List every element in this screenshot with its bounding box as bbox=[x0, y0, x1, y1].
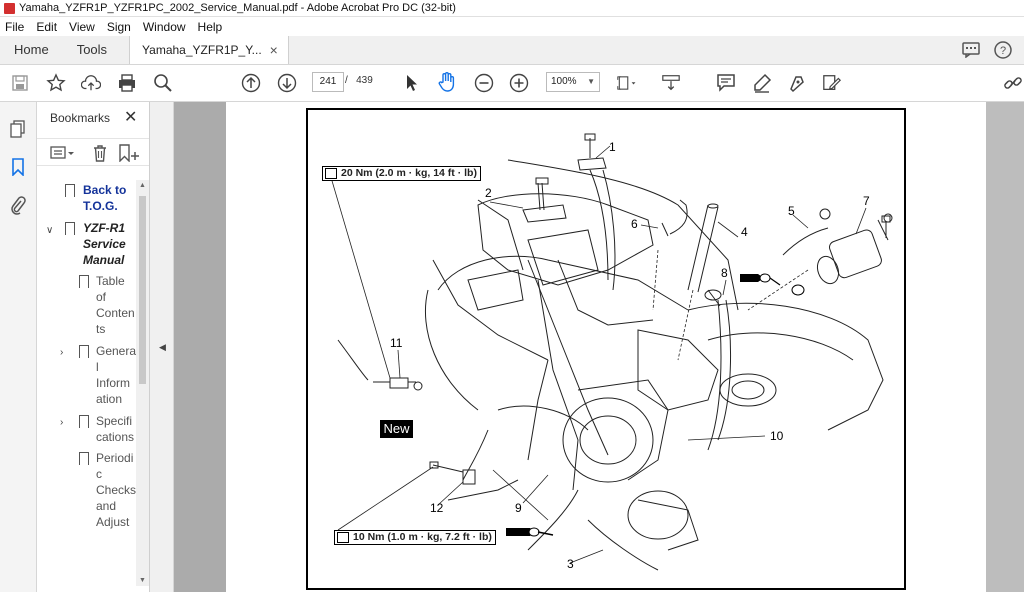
bookmark-flag-icon bbox=[65, 184, 75, 201]
menu-window[interactable]: Window bbox=[138, 20, 193, 34]
sticky-note-icon[interactable] bbox=[716, 73, 736, 93]
callout-7: 7 bbox=[863, 194, 870, 208]
scroll-mode-icon[interactable] bbox=[661, 73, 681, 93]
bookmark-options-icon[interactable] bbox=[50, 145, 76, 164]
new-part-badge: New bbox=[380, 420, 413, 438]
tab-document[interactable]: Yamaha_YZFR1P_Y... × bbox=[129, 36, 289, 64]
callout-12: 12 bbox=[430, 501, 444, 515]
chevron-right-icon[interactable]: › bbox=[60, 415, 63, 431]
bookmarks-scrollbar[interactable]: ▲ ▼ bbox=[136, 180, 149, 586]
new-bookmark-icon[interactable] bbox=[118, 144, 140, 165]
close-panel-icon[interactable]: ✕ bbox=[124, 107, 137, 127]
bookmark-back-to-tog[interactable]: Back to T.O.G. bbox=[37, 182, 137, 216]
bookmark-general-information[interactable]: › Genera l Inform ation bbox=[37, 343, 137, 409]
bookmarks-header: Bookmarks bbox=[50, 111, 111, 125]
viewer-right-margin bbox=[986, 102, 1024, 592]
scroll-down-icon[interactable]: ▼ bbox=[139, 577, 146, 584]
wrench-torque-icon bbox=[325, 168, 337, 179]
torque-spec-bottom: 10 Nm (1.0 m · kg, 7.2 ft · lb) bbox=[334, 530, 496, 545]
hand-tool-icon[interactable] bbox=[437, 72, 457, 92]
menu-bar: File Edit View Sign Window Help bbox=[0, 17, 1024, 36]
menu-sign[interactable]: Sign bbox=[102, 20, 138, 34]
next-page-icon[interactable] bbox=[277, 73, 297, 93]
edit-pdf-icon[interactable] bbox=[822, 73, 842, 93]
callout-4: 4 bbox=[741, 225, 748, 239]
attachments-paperclip-icon[interactable] bbox=[10, 195, 26, 218]
callout-6: 6 bbox=[631, 217, 638, 231]
menu-edit[interactable]: Edit bbox=[31, 20, 64, 34]
bookmark-yzf-r1-service-manual[interactable]: ∨ YZF-R1 Service Manual bbox=[37, 220, 137, 272]
bookmarks-panel-icon[interactable] bbox=[11, 158, 25, 179]
zoom-in-icon[interactable] bbox=[509, 73, 529, 93]
pages-thumbnails-icon[interactable] bbox=[9, 120, 27, 141]
callout-1: 1 bbox=[609, 140, 616, 154]
previous-page-icon[interactable] bbox=[241, 73, 261, 93]
wrench-torque-icon bbox=[337, 532, 349, 543]
callout-3: 3 bbox=[567, 557, 574, 571]
help-icon[interactable]: ? bbox=[994, 40, 1012, 59]
chevron-down-icon: ▼ bbox=[587, 77, 595, 86]
page-count: / 439 bbox=[345, 75, 373, 86]
bookmark-flag-icon bbox=[79, 345, 89, 362]
sign-pen-icon[interactable] bbox=[787, 73, 807, 93]
bookmark-periodic-checks[interactable]: Periodi c Checks and Adjust bbox=[37, 450, 137, 532]
tab-home[interactable]: Home bbox=[0, 35, 63, 64]
callout-10: 10 bbox=[770, 429, 784, 443]
torque-spec-top: 20 Nm (2.0 m · kg, 14 ft · lb) bbox=[322, 166, 481, 181]
share-link-icon[interactable] bbox=[1003, 73, 1023, 93]
select-cursor-icon[interactable] bbox=[402, 73, 422, 93]
tab-tools[interactable]: Tools bbox=[63, 35, 121, 64]
scroll-up-icon[interactable]: ▲ bbox=[139, 182, 146, 189]
acrobat-app-icon bbox=[4, 2, 15, 14]
page-number-input[interactable]: 241 bbox=[312, 72, 344, 92]
delete-trash-icon[interactable] bbox=[92, 144, 108, 165]
chevron-right-icon[interactable]: › bbox=[60, 345, 63, 361]
navigation-rail bbox=[0, 102, 37, 592]
bookmarks-toolbar bbox=[37, 138, 149, 166]
page-fit-icon[interactable] bbox=[617, 73, 637, 93]
bookmark-specifications[interactable]: › Specifi cations bbox=[37, 413, 137, 447]
callout-11: 11 bbox=[390, 336, 403, 350]
bookmark-flag-icon bbox=[65, 222, 75, 239]
bookmark-flag-icon bbox=[79, 452, 89, 469]
callout-9: 9 bbox=[515, 501, 522, 515]
menu-view[interactable]: View bbox=[64, 20, 102, 34]
zoom-level-select[interactable]: 100% ▼ bbox=[546, 72, 600, 92]
callout-5: 5 bbox=[788, 204, 795, 218]
scrollbar-thumb[interactable] bbox=[139, 196, 146, 384]
bookmark-table-of-contents[interactable]: Table of Conten ts bbox=[37, 273, 137, 339]
bookmark-flag-icon bbox=[79, 415, 89, 432]
collapse-left-icon[interactable]: ◀ bbox=[159, 342, 166, 353]
bookmark-flag-icon bbox=[79, 275, 89, 292]
cloud-upload-icon[interactable] bbox=[81, 73, 101, 93]
zoom-out-icon[interactable] bbox=[474, 73, 494, 93]
svg-text:?: ? bbox=[1000, 45, 1006, 57]
window-title: Yamaha_YZFR1P_YZFR1PC_2002_Service_Manua… bbox=[19, 2, 456, 14]
highlight-pen-icon[interactable] bbox=[752, 73, 772, 93]
tab-document-label: Yamaha_YZFR1P_Y... bbox=[142, 43, 262, 57]
bookmark-star-icon[interactable] bbox=[46, 73, 66, 93]
comment-icon[interactable] bbox=[962, 41, 980, 58]
print-icon[interactable] bbox=[117, 73, 137, 93]
tab-bar: Home Tools Yamaha_YZFR1P_Y... × ? bbox=[0, 36, 1024, 65]
chevron-down-icon[interactable]: ∨ bbox=[46, 223, 53, 239]
callout-8: 8 bbox=[721, 266, 728, 280]
bookmarks-panel: Bookmarks ✕ Back to T.O.G. ∨ YZF-R1 Serv… bbox=[37, 102, 150, 592]
find-magnifier-icon[interactable] bbox=[153, 73, 173, 93]
menu-file[interactable]: File bbox=[0, 20, 31, 34]
close-tab-icon[interactable]: × bbox=[270, 36, 278, 64]
panel-collapse-handle[interactable]: ◀ bbox=[150, 102, 174, 592]
callout-2: 2 bbox=[485, 186, 492, 200]
menu-help[interactable]: Help bbox=[193, 20, 230, 34]
title-bar: Yamaha_YZFR1P_YZFR1PC_2002_Service_Manua… bbox=[0, 0, 1024, 17]
save-icon[interactable] bbox=[10, 73, 30, 93]
